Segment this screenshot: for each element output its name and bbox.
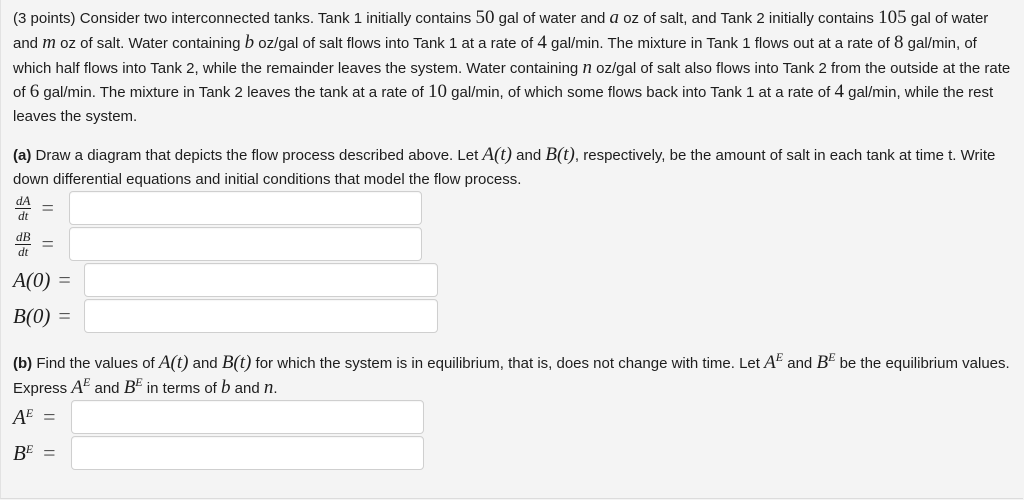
B0-input[interactable] <box>84 299 438 333</box>
part-a-prompt: (a) Draw a diagram that depicts the flow… <box>13 144 996 188</box>
AE-label: AE <box>13 404 34 429</box>
problem-statement: (3 points) Consider two interconnected t… <box>13 7 1011 126</box>
AE-row: AE = <box>13 404 56 429</box>
BE-row: BE = <box>13 440 56 465</box>
AE-input[interactable] <box>71 400 424 434</box>
dB-dt-row: dB dt = <box>15 228 54 259</box>
B0-row: B(0) = <box>13 303 71 328</box>
A0-input[interactable] <box>84 263 438 297</box>
dA-dt-input[interactable] <box>69 191 422 225</box>
A0-label: A(0) <box>13 267 51 292</box>
question-panel: (3 points) Consider two interconnected t… <box>0 0 1023 499</box>
dA-dt-row: dA dt = <box>15 192 54 223</box>
BE-input[interactable] <box>71 436 424 470</box>
part-a-tag: (a) <box>13 147 32 164</box>
dB-dt-label: dB dt <box>15 228 32 259</box>
A0-row: A(0) = <box>13 267 71 292</box>
part-b-tag: (b) <box>13 355 33 372</box>
dB-dt-input[interactable] <box>69 227 422 261</box>
part-b-prompt: (b) Find the values of A(t) and B(t) for… <box>13 350 1010 398</box>
B0-label: B(0) <box>13 303 51 328</box>
dA-dt-label: dA dt <box>15 192 32 223</box>
BE-label: BE <box>13 440 34 465</box>
